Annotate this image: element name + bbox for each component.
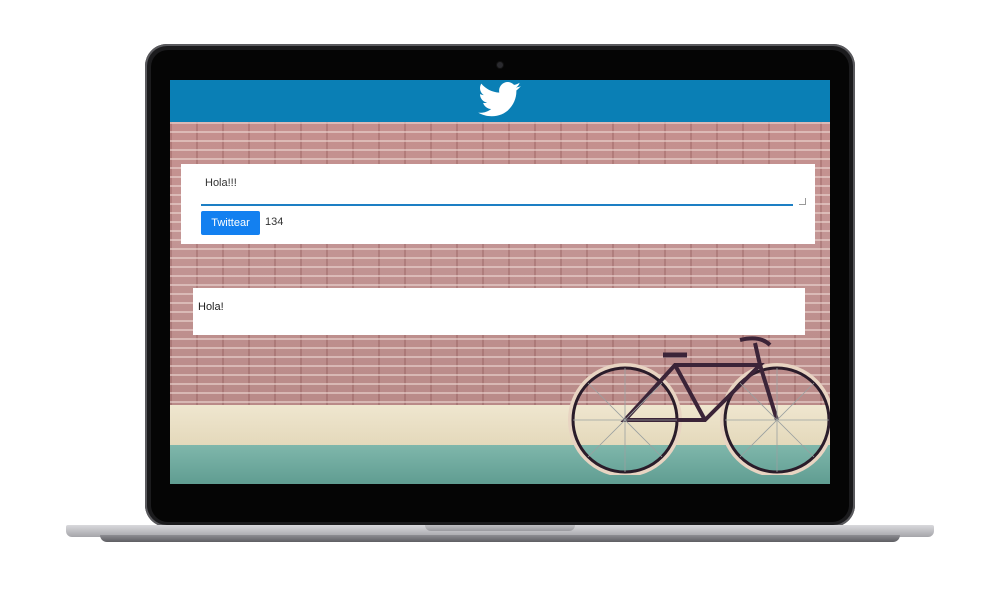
compose-box: Hola!!! Twittear 134 (181, 164, 815, 244)
tweet-button[interactable]: Twittear (201, 211, 260, 235)
tweet-textarea[interactable]: Hola!!! (201, 174, 793, 206)
tweet-item: Hola! (193, 288, 805, 335)
app-header (170, 80, 830, 122)
app-screen: Hola!!! Twittear 134 Hola! (170, 80, 830, 484)
char-counter: 134 (265, 216, 284, 228)
laptop-base-bottom (100, 535, 900, 542)
twitter-bird-icon[interactable] (478, 82, 522, 118)
webcam (497, 62, 503, 68)
bicycle-image (568, 336, 830, 475)
laptop-opening-notch (425, 525, 575, 531)
tweet-text: Hola! (198, 301, 224, 313)
resize-handle[interactable] (799, 198, 806, 205)
